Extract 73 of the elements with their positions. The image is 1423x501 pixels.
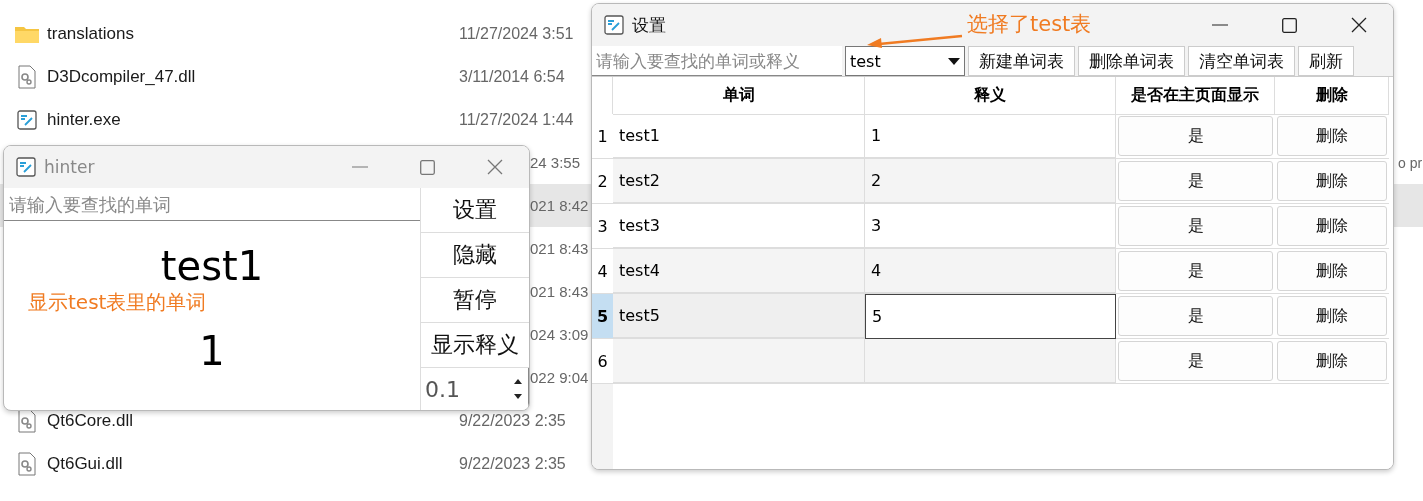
show-button[interactable]: 是	[1118, 161, 1273, 201]
modified-date: 9/22/2023 2:35	[459, 455, 566, 472]
app-icon	[16, 109, 37, 130]
word-text: test1	[160, 243, 264, 289]
row-number[interactable]: 6	[592, 339, 613, 384]
maximize-icon[interactable]	[1282, 17, 1297, 33]
column-header[interactable]: 单词	[613, 77, 865, 115]
toolbar-button[interactable]: 刷新	[1298, 46, 1354, 76]
modified-date: 024 3:09	[530, 327, 589, 342]
table-cell: test5	[613, 294, 865, 339]
meaning-text: 1	[199, 328, 225, 374]
column-header[interactable]: 删除	[1275, 77, 1389, 115]
up-arrow-icon[interactable]	[514, 379, 522, 384]
window-title: 设置	[632, 13, 666, 37]
show-button[interactable]: 是	[1118, 251, 1273, 291]
toolbar-button[interactable]: 清空单词表	[1188, 46, 1295, 76]
window-title: hinter	[44, 157, 95, 177]
annotation-text: 显示test表里的单词	[28, 289, 207, 316]
row-number[interactable]: 1	[592, 114, 613, 159]
column-header[interactable]: 释义	[865, 77, 1116, 115]
file-name[interactable]: Qt6Gui.dll	[47, 455, 459, 472]
delete-button[interactable]: 删除	[1277, 341, 1387, 381]
side-button[interactable]: 设置	[421, 188, 529, 233]
table-cell: 4	[865, 249, 1116, 294]
modified-date: 021 8:43	[530, 241, 589, 256]
file-name[interactable]: D3Dcompiler_47.dll	[47, 68, 459, 85]
delete-button[interactable]: 删除	[1277, 116, 1387, 156]
row-number[interactable]: 2	[592, 159, 613, 204]
search-field[interactable]: 请输入要查找的单词或释义	[592, 46, 842, 76]
file-name[interactable]: Qt6Core.dll	[47, 412, 459, 429]
show-button[interactable]: 是	[1118, 341, 1273, 381]
modified-date: 24 3:55	[530, 155, 581, 170]
file-name[interactable]: translations	[47, 25, 459, 42]
down-arrow-icon[interactable]	[514, 394, 522, 399]
wordbook-dropdown[interactable]: test	[845, 46, 965, 76]
delete-button[interactable]: 删除	[1277, 206, 1387, 246]
side-button[interactable]: 暂停	[421, 278, 529, 323]
app-icon	[16, 157, 36, 177]
row-number[interactable]: 4	[592, 249, 613, 294]
toolbar-button[interactable]: 新建单词表	[968, 46, 1075, 76]
app-icon	[604, 15, 624, 35]
search-field[interactable]: 请输入要查找的单词	[4, 188, 420, 221]
delete-button[interactable]: 删除	[1277, 251, 1387, 291]
annotation-text: 选择了test表	[967, 11, 1092, 38]
table-cell: test4	[613, 249, 865, 294]
table-cell: 5	[865, 294, 1116, 339]
gear-file-icon	[16, 451, 37, 476]
interval-spinbox[interactable]: 0.1	[421, 368, 529, 410]
table-cell: 2	[865, 159, 1116, 204]
column-header[interactable]: 是否在主页面显示	[1116, 77, 1275, 115]
show-button[interactable]: 是	[1118, 296, 1273, 336]
modified-date: 11/27/2024 1:44	[459, 111, 574, 128]
modified-date: 3/11/2014 6:54	[459, 68, 565, 85]
toolbar-button[interactable]: 删除单词表	[1078, 46, 1185, 76]
show-button[interactable]: 是	[1118, 206, 1273, 246]
gear-file-icon	[16, 64, 37, 89]
modified-date: 021 8:42	[530, 198, 589, 213]
file-name[interactable]: hinter.exe	[47, 111, 459, 128]
row-number[interactable]: 5	[592, 294, 613, 339]
file-description: o pr	[1398, 155, 1423, 170]
delete-button[interactable]: 删除	[1277, 296, 1387, 336]
close-icon[interactable]	[1351, 17, 1367, 33]
side-button[interactable]: 隐藏	[421, 233, 529, 278]
delete-button[interactable]: 删除	[1277, 161, 1387, 201]
modified-date: 9/22/2023 2:35	[459, 412, 566, 429]
show-button[interactable]: 是	[1118, 116, 1273, 156]
row-number[interactable]: 3	[592, 204, 613, 249]
modified-date: 022 9:04	[530, 370, 589, 385]
modified-date: 11/27/2024 3:51	[459, 25, 574, 42]
dropdown-arrow-icon	[948, 57, 960, 65]
side-button[interactable]: 显示释义	[421, 323, 529, 368]
modified-date: 021 8:43	[530, 284, 589, 299]
table-cell: test2	[613, 159, 865, 204]
